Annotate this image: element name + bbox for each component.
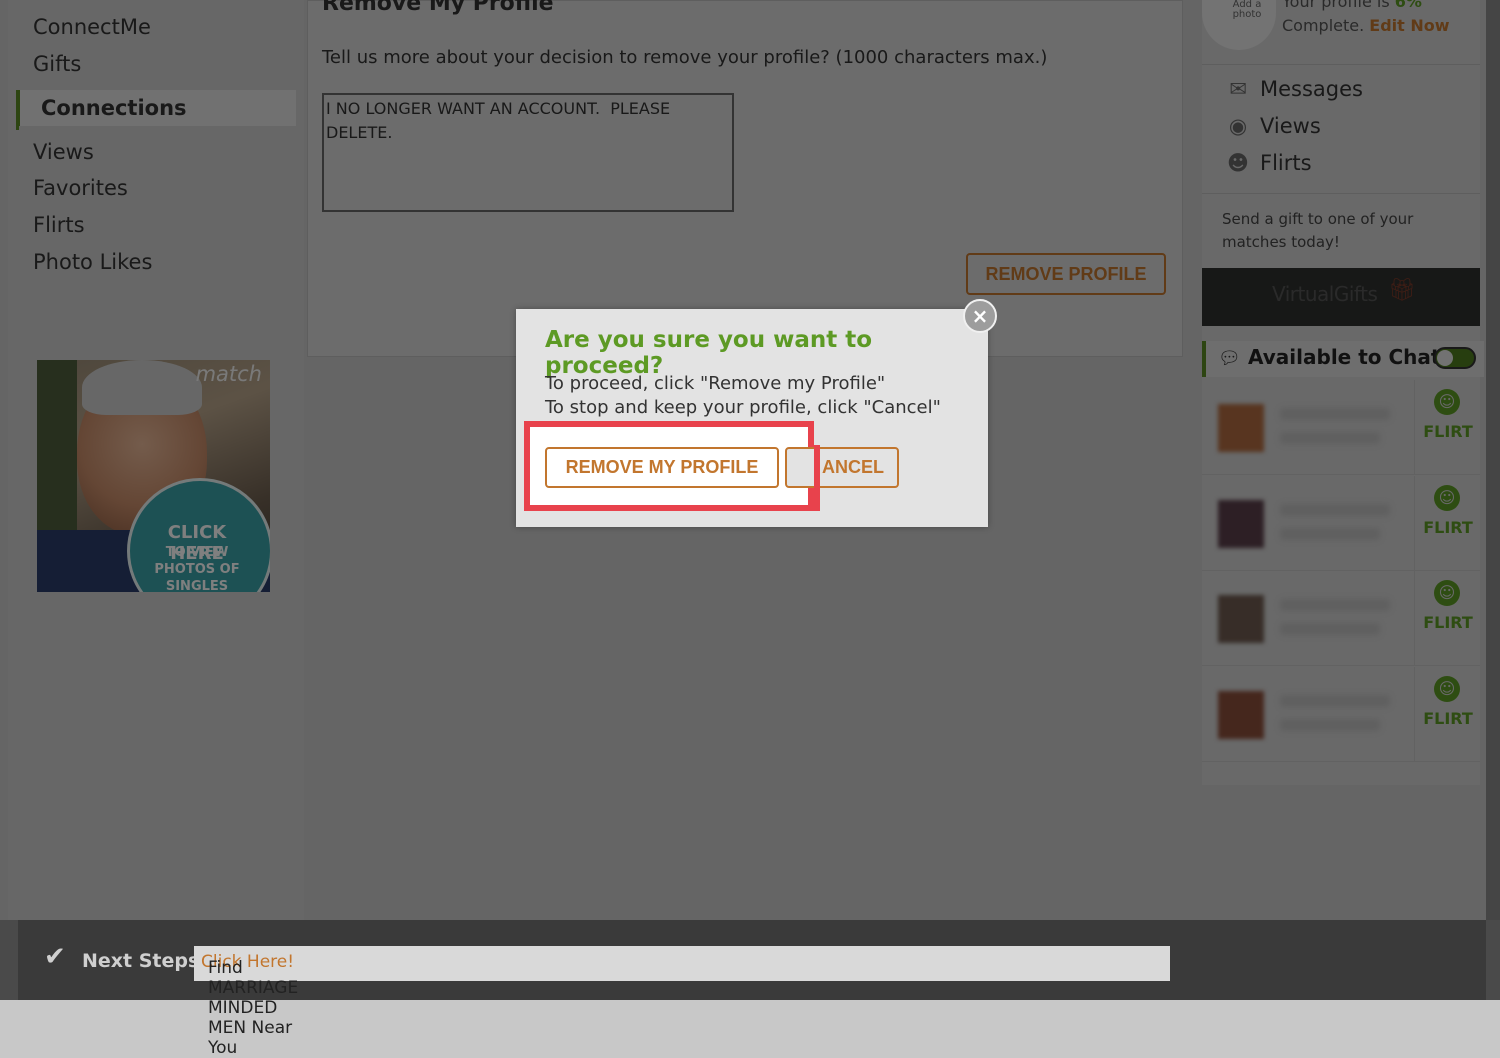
next-steps-label: Next Steps: bbox=[82, 950, 207, 972]
next-steps-text: Find MARRIAGE MINDED MEN Near You bbox=[208, 958, 299, 1058]
remove-my-profile-button[interactable]: REMOVE MY PROFILE bbox=[545, 447, 779, 488]
next-steps-text-wrap: Find MARRIAGE MINDED MEN Near You Click … bbox=[201, 952, 298, 1058]
cancel-button[interactable]: ANCEL bbox=[785, 447, 899, 488]
dialog-instruction-proceed: To proceed, click "Remove my Profile" bbox=[545, 373, 886, 394]
dialog-instruction-cancel: To stop and keep your profile, click "Ca… bbox=[545, 397, 941, 418]
checkmark-icon: ✔ bbox=[44, 942, 66, 972]
close-icon[interactable]: × bbox=[963, 299, 997, 333]
highlight-box-edge bbox=[814, 445, 820, 511]
next-steps-message: Find MARRIAGE MINDED MEN Near You Click … bbox=[194, 946, 1170, 1058]
page: ConnectMe Gifts Connections Views Favori… bbox=[0, 0, 1500, 1058]
dialog-title: Are you sure you want to proceed? bbox=[545, 327, 873, 379]
